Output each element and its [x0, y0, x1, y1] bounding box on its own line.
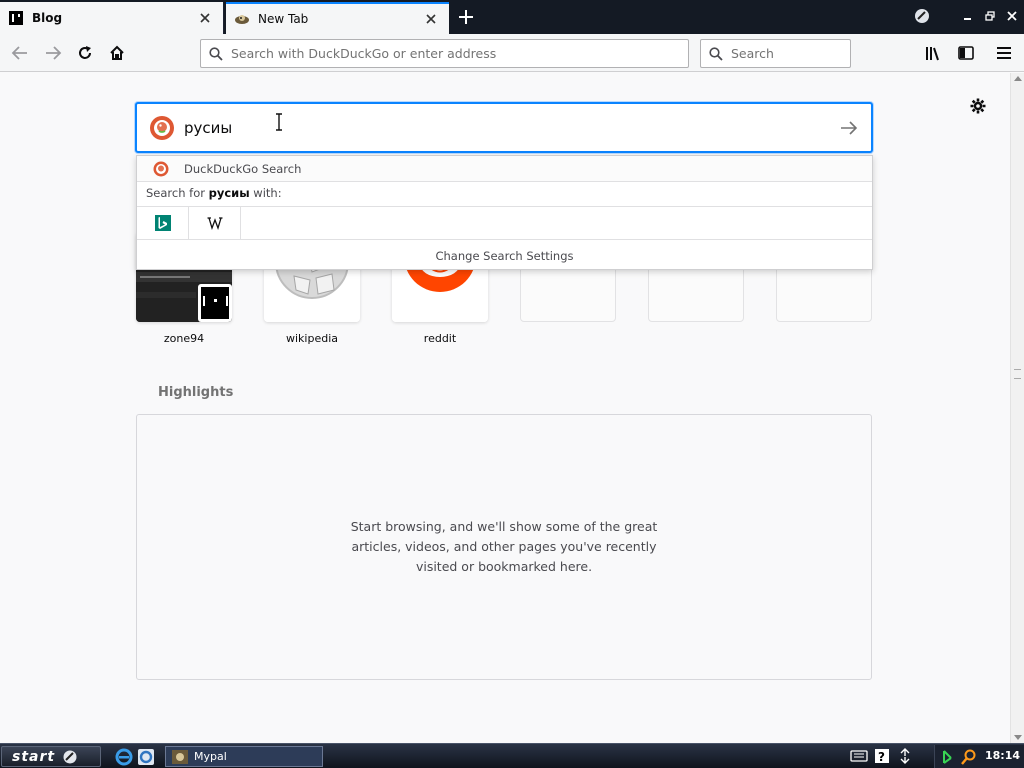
restore-icon[interactable]	[979, 6, 1001, 26]
new-tab-page: DuckDuckGo Search Search for русиы with:…	[0, 73, 1010, 743]
tab-blog[interactable]: Blog	[0, 2, 224, 34]
highlights-message: Start browsing, and we'll show some of t…	[350, 519, 658, 574]
search-go-button[interactable]	[827, 106, 871, 150]
search-for-prefix: Search for	[146, 186, 209, 200]
system-tray: 18:14	[934, 745, 1024, 768]
internet-explorer-icon[interactable]	[115, 748, 133, 766]
tab-new-tab[interactable]: New Tab	[226, 2, 449, 34]
search-for-hint: Search for русиы with:	[146, 186, 282, 200]
close-tab-icon[interactable]	[423, 11, 439, 27]
newtab-search-box[interactable]	[135, 102, 873, 153]
svg-text:?: ?	[878, 750, 885, 764]
forward-arrow-icon	[44, 44, 62, 62]
search-for-suffix: with:	[249, 186, 282, 200]
tray-arrows-icon[interactable]	[898, 748, 916, 764]
menu-button[interactable]	[990, 39, 1018, 67]
hamburger-menu-icon	[996, 46, 1012, 60]
search-tray-icon[interactable]	[961, 749, 977, 765]
start-orb-icon	[63, 750, 77, 763]
sidebar-button[interactable]	[952, 39, 980, 67]
tab-label: New Tab	[258, 12, 309, 26]
mypal-favicon-icon	[234, 11, 250, 27]
suggestion-item[interactable]: DuckDuckGo Search	[137, 156, 872, 182]
network-icon[interactable]	[941, 749, 957, 765]
suggestion-label: DuckDuckGo Search	[184, 161, 302, 176]
scroll-down-arrow-icon[interactable]	[1014, 735, 1022, 741]
new-tab-button[interactable]	[454, 6, 478, 28]
tab-label: Blog	[32, 11, 63, 25]
mypal-icon	[172, 749, 188, 764]
bing-icon	[154, 215, 171, 231]
address-input[interactable]	[231, 46, 688, 61]
close-window-icon[interactable]	[1001, 6, 1023, 26]
search-icon	[701, 46, 731, 61]
back-arrow-icon	[11, 44, 29, 62]
scrollbar-grip[interactable]	[1014, 369, 1021, 379]
search-bar[interactable]	[700, 39, 851, 68]
clock: 18:14	[985, 749, 1021, 762]
os-taskbar: start Mypal ? 18:14	[0, 743, 1024, 768]
one-off-engines	[137, 206, 872, 240]
address-bar[interactable]	[200, 39, 689, 68]
wikipedia-engine-button[interactable]	[189, 206, 241, 240]
start-button[interactable]: start	[1, 746, 101, 767]
text-cursor-icon	[274, 113, 284, 131]
start-label: start	[12, 748, 56, 765]
top-site-label: zone94	[163, 332, 205, 345]
search-suggestions-dropdown: DuckDuckGo Search Search for русиы with:…	[136, 155, 873, 270]
top-site-label: wikipedia	[285, 332, 338, 345]
close-tab-icon[interactable]	[197, 10, 213, 26]
highlights-empty-state: Start browsing, and we'll show some of t…	[136, 414, 872, 680]
browser-quicklaunch-icon[interactable]	[137, 748, 155, 766]
vertical-scrollbar[interactable]	[1010, 73, 1024, 743]
minimize-icon[interactable]	[957, 6, 979, 26]
tab-strip: Blog New Tab	[0, 0, 1024, 34]
reload-button[interactable]	[71, 39, 99, 67]
duckduckgo-logo-icon	[149, 115, 175, 141]
keyboard-icon[interactable]	[850, 748, 868, 764]
wikipedia-w-icon	[207, 216, 223, 230]
forward-button[interactable]	[39, 39, 67, 67]
top-site-label: reddit	[423, 332, 457, 345]
back-button[interactable]	[6, 39, 34, 67]
sidebar-icon	[958, 46, 974, 60]
highlights-heading: Highlights	[158, 385, 234, 400]
search-term: русиы	[208, 186, 250, 200]
search-input-toolbar[interactable]	[731, 46, 850, 61]
bing-engine-button[interactable]	[137, 206, 189, 240]
duckduckgo-icon	[153, 161, 169, 177]
search-icon	[201, 46, 231, 61]
blog-favicon-icon	[8, 10, 24, 26]
library-icon	[925, 45, 943, 61]
customize-button[interactable]	[966, 94, 990, 118]
reload-icon	[77, 45, 93, 61]
navigation-toolbar	[0, 34, 1024, 72]
help-icon[interactable]: ?	[874, 748, 892, 764]
window-menu-icon[interactable]	[911, 6, 933, 26]
gear-icon	[970, 98, 986, 114]
library-button[interactable]	[920, 39, 948, 67]
scroll-up-arrow-icon[interactable]	[1014, 75, 1022, 81]
home-button[interactable]	[103, 39, 131, 67]
change-search-settings-button[interactable]: Change Search Settings	[137, 241, 872, 270]
home-icon	[109, 45, 125, 61]
taskbar-button-mypal[interactable]: Mypal	[165, 746, 323, 767]
task-label: Mypal	[194, 750, 227, 763]
